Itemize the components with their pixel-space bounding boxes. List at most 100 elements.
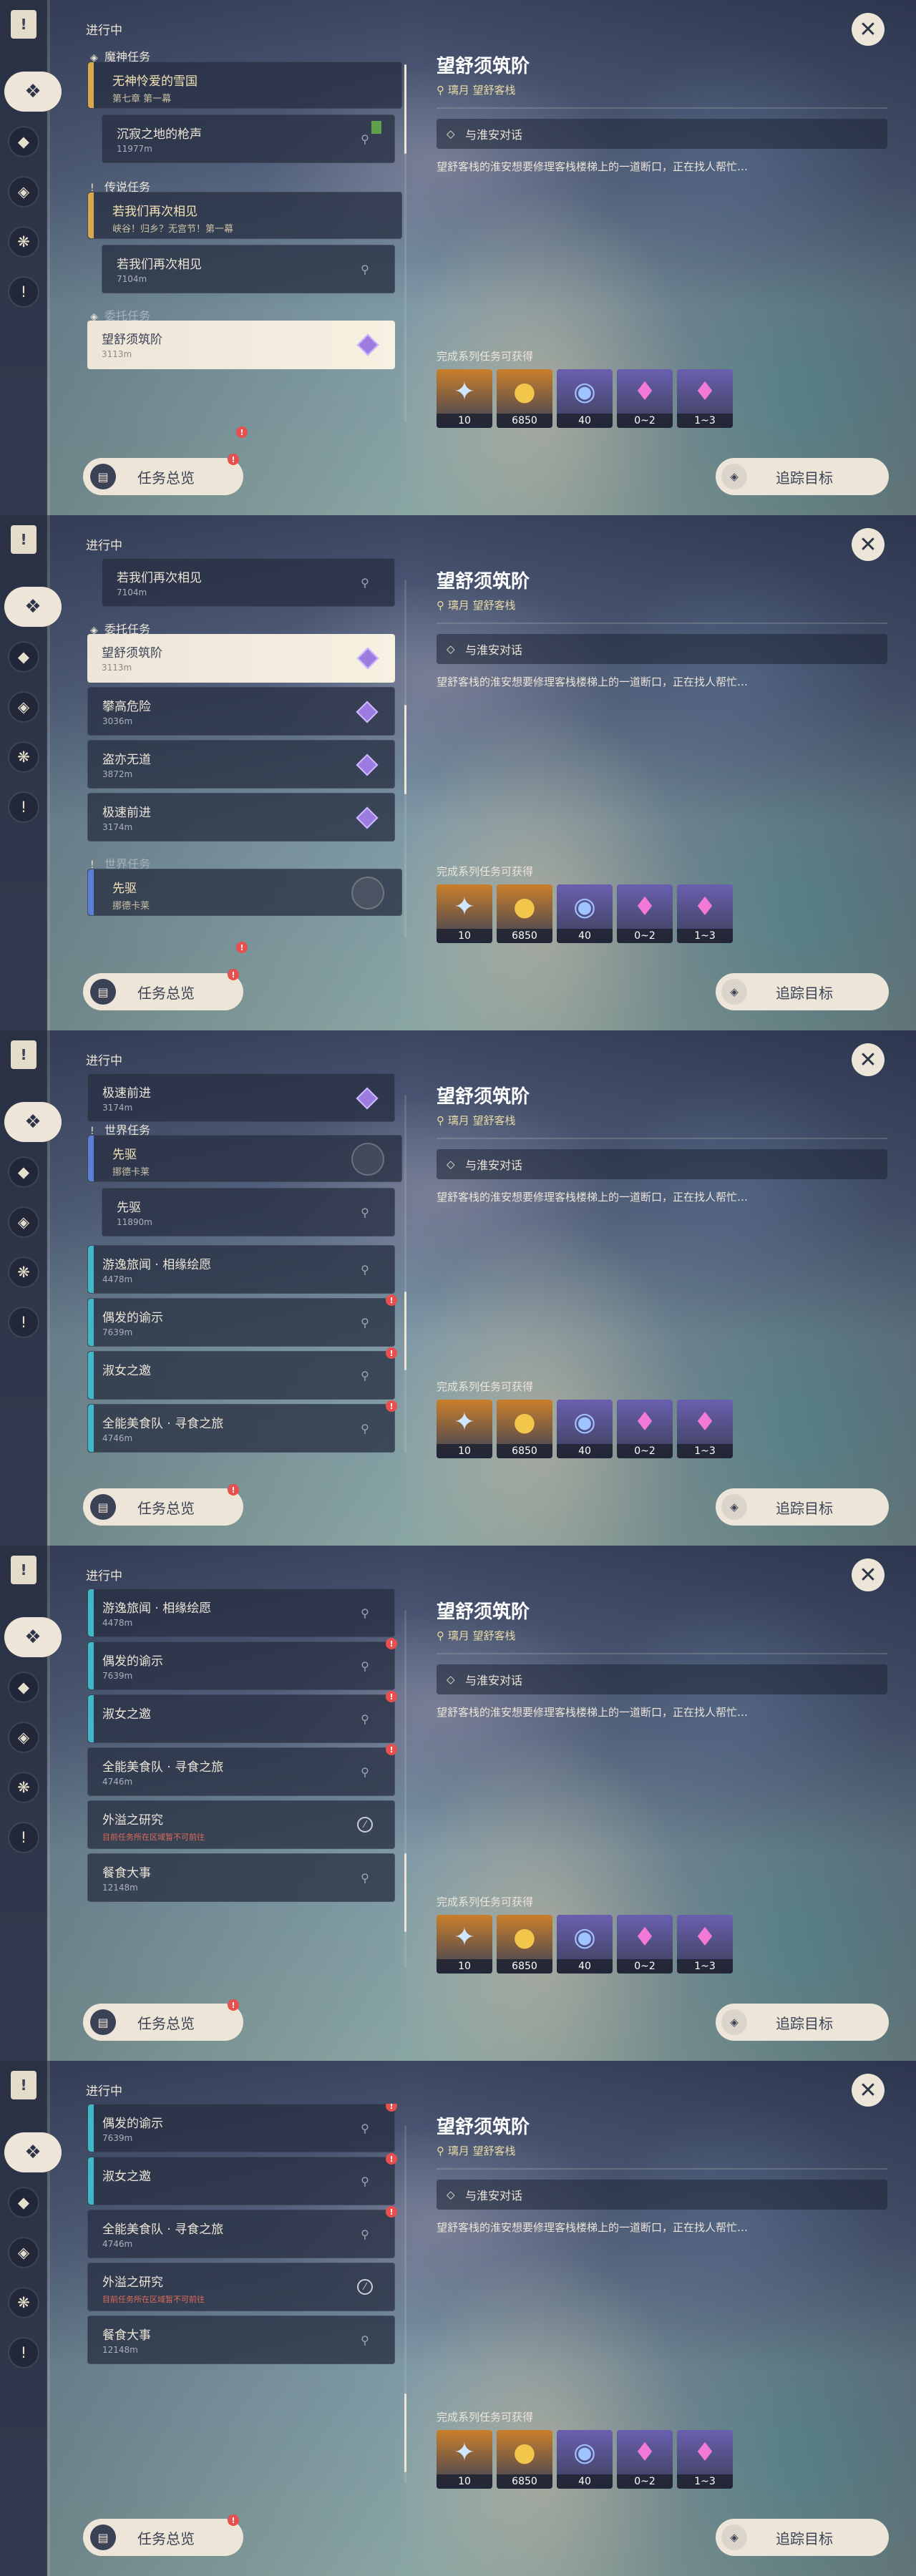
track-objective-button[interactable]: ◈ 追踪目标 [716, 2004, 889, 2041]
archon-quests-icon[interactable]: ◆ [8, 1156, 39, 1188]
reward-crystal-cluster[interactable]: ♦ 1~3 [677, 2430, 733, 2489]
close-button[interactable]: ✕ [852, 1558, 885, 1591]
quest-item[interactable]: 游逸旅闻 · 相缘绘愿 4478m ⚲ [87, 1589, 395, 1637]
quest-item[interactable]: 全能美食队 · 寻食之旅 4746m ⚲! [87, 1744, 397, 1796]
reward-crystal[interactable]: ♦ 0~2 [617, 369, 673, 428]
archon-quests-icon[interactable]: ◆ [8, 126, 39, 157]
quest-overview-button[interactable]: ▤ 任务总览! [83, 1999, 243, 2041]
quest-item[interactable]: 若我们再次相见 峡谷！归乡？无宫节！第一幕 [87, 192, 402, 239]
location-pin-icon[interactable]: ⚲ [357, 575, 373, 590]
story-quests-icon[interactable]: ◈ [8, 691, 39, 723]
quest-list[interactable]: 极速前进 3174m! 世界任务 先驱 挪德卡莱 先驱 11890m ⚲ 游逸旅闻 · 相缘绘愿… [80, 1073, 402, 1474]
close-button[interactable]: ✕ [852, 1043, 885, 1076]
reward-adventure-exp[interactable]: ◉ 40 [557, 884, 613, 943]
quest-item[interactable]: 全能美食队 · 寻食之旅 4746m ⚲! [87, 2206, 397, 2258]
reward-crystal-cluster[interactable]: ♦ 1~3 [677, 884, 733, 943]
location-pin-icon[interactable]: ⚲ [357, 1420, 373, 1436]
quest-item[interactable]: 外溢之研究 目前任务所在区域暂不可前往 ⁄ [87, 1800, 395, 1849]
commission-quests-icon[interactable]: ❋ [8, 741, 39, 773]
all-quests-icon[interactable]: ❖ [4, 2132, 62, 2172]
all-quests-icon[interactable]: ❖ [4, 1102, 62, 1142]
location-pin-icon[interactable]: ⚲ [357, 1870, 373, 1885]
world-quests-icon[interactable]: ! [8, 2337, 39, 2368]
quest-list[interactable]: ◈ 魔神任务 无神怜爱的雪国 第七章 第一幕 沉寂之地的枪声 11977m ⚲! 传说任务 若我… [80, 43, 402, 444]
quest-item[interactable]: 若我们再次相见 7104m ⚲ [102, 558, 395, 607]
reward-mora[interactable]: ● 6850 [497, 2430, 552, 2489]
world-quests-icon[interactable]: ! [8, 791, 39, 823]
scrollbar-thumb[interactable] [404, 1292, 406, 1370]
location-pin-icon[interactable]: ⚲ [357, 1314, 373, 1330]
quest-item[interactable]: 偶发的谕示 7639m ⚲! [87, 1294, 397, 1347]
location-pin-icon[interactable]: ⚲ [357, 1711, 373, 1727]
list-scrollbar[interactable] [404, 1095, 406, 1453]
quest-item[interactable]: 若我们再次相见 7104m ⚲ [102, 245, 395, 293]
close-button[interactable]: ✕ [852, 13, 885, 46]
quest-item[interactable]: 餐食大事 12148m ⚲ [87, 2316, 395, 2364]
track-objective-button[interactable]: ◈ 追踪目标 [716, 2519, 889, 2556]
scrollbar-thumb[interactable] [404, 2394, 406, 2472]
story-quests-icon[interactable]: ◈ [8, 1206, 39, 1238]
quest-overview-button[interactable]: ▤ 任务总览! [83, 1484, 243, 1526]
quest-item[interactable]: 淑女之邀 ⚲! [87, 1347, 397, 1400]
all-quests-icon[interactable]: ❖ [4, 587, 62, 627]
reward-adventure-exp[interactable]: ◉ 40 [557, 1400, 613, 1458]
list-scrollbar[interactable] [404, 580, 406, 937]
world-quests-icon[interactable]: ! [8, 276, 39, 308]
track-objective-button[interactable]: ◈ 追踪目标 [716, 973, 889, 1010]
list-scrollbar[interactable] [404, 2125, 406, 2483]
quest-item[interactable]: 望舒须筑阶 3113m [87, 321, 395, 369]
reward-crystal[interactable]: ♦ 0~2 [617, 1915, 673, 1974]
reward-crystal[interactable]: ♦ 0~2 [617, 884, 673, 943]
track-objective-button[interactable]: ◈ 追踪目标 [716, 458, 889, 495]
quest-item[interactable]: 外溢之研究 目前任务所在区域暂不可前往 ⁄ [87, 2263, 395, 2311]
quest-item[interactable]: 淑女之邀 ⚲! [87, 1691, 397, 1743]
location-pin-icon[interactable]: ⚲ [357, 2226, 373, 2242]
all-quests-icon[interactable]: ❖ [4, 1617, 62, 1657]
quest-item[interactable]: 先驱 11890m ⚲ [102, 1188, 395, 1236]
quest-item[interactable]: 无神怜爱的雪国 第七章 第一幕 [87, 62, 402, 109]
archon-quests-icon[interactable]: ◆ [8, 641, 39, 673]
quest-item[interactable]: 望舒须筑阶 3113m [87, 634, 395, 683]
quest-overview-button[interactable]: ▤ 任务总览! [83, 454, 243, 495]
quest-item[interactable]: 极速前进 3174m [87, 793, 395, 841]
commission-quests-icon[interactable]: ❋ [8, 226, 39, 258]
location-pin-icon[interactable]: ⚲ [357, 2332, 373, 2348]
reward-adventure-exp[interactable]: ◉ 40 [557, 369, 613, 428]
list-scrollbar[interactable] [404, 64, 406, 422]
quest-list[interactable]: 偶发的谕示 7639m ⚲! 淑女之邀 ⚲! 全能美食队 · 寻食之旅 4746m ⚲! 外溢之… [80, 2104, 402, 2504]
location-pin-icon[interactable]: ⚲ [357, 2173, 373, 2189]
story-quests-icon[interactable]: ◈ [8, 1722, 39, 1753]
track-objective-button[interactable]: ◈ 追踪目标 [716, 1488, 889, 1526]
location-pin-icon[interactable]: ⚲ [357, 1262, 373, 1277]
reward-primogem[interactable]: ✦ 10 [437, 2430, 492, 2489]
location-pin-icon[interactable]: ⚲ [357, 1605, 373, 1621]
world-quests-icon[interactable]: ! [8, 1822, 39, 1853]
reward-adventure-exp[interactable]: ◉ 40 [557, 2430, 613, 2489]
close-button[interactable]: ✕ [852, 528, 885, 561]
close-button[interactable]: ✕ [852, 2074, 885, 2107]
all-quests-icon[interactable]: ❖ [4, 72, 62, 112]
location-pin-icon[interactable]: ⚲ [357, 1764, 373, 1780]
quest-item[interactable]: 先驱 挪德卡莱 [87, 1135, 402, 1182]
archon-quests-icon[interactable]: ◆ [8, 1672, 39, 1703]
quest-item[interactable]: 淑女之邀 ⚲! [87, 2153, 397, 2205]
quest-item[interactable]: 盗亦无道 3872m [87, 740, 395, 789]
archon-quests-icon[interactable]: ◆ [8, 2187, 39, 2218]
location-pin-icon[interactable]: ⚲ [357, 131, 373, 147]
list-scrollbar[interactable] [404, 1610, 406, 1968]
quest-item[interactable]: 偶发的谕示 7639m ⚲! [87, 2104, 397, 2152]
quest-item[interactable]: 沉寂之地的枪声 11977m ⚲ [102, 114, 395, 163]
story-quests-icon[interactable]: ◈ [8, 176, 39, 208]
reward-crystal-cluster[interactable]: ♦ 1~3 [677, 1915, 733, 1974]
commission-quests-icon[interactable]: ❋ [8, 1772, 39, 1803]
location-pin-icon[interactable]: ⚲ [357, 261, 373, 277]
reward-primogem[interactable]: ✦ 10 [437, 369, 492, 428]
scrollbar-thumb[interactable] [404, 1853, 406, 1932]
commission-quests-icon[interactable]: ❋ [8, 2287, 39, 2318]
quest-item[interactable]: 游逸旅闻 · 相缘绘愿 4478m ⚲ [87, 1245, 395, 1294]
reward-mora[interactable]: ● 6850 [497, 1915, 552, 1974]
reward-mora[interactable]: ● 6850 [497, 884, 552, 943]
reward-primogem[interactable]: ✦ 10 [437, 1915, 492, 1974]
quest-item[interactable]: 全能美食队 · 寻食之旅 4746m ⚲! [87, 1400, 397, 1453]
location-pin-icon[interactable]: ⚲ [357, 1204, 373, 1220]
